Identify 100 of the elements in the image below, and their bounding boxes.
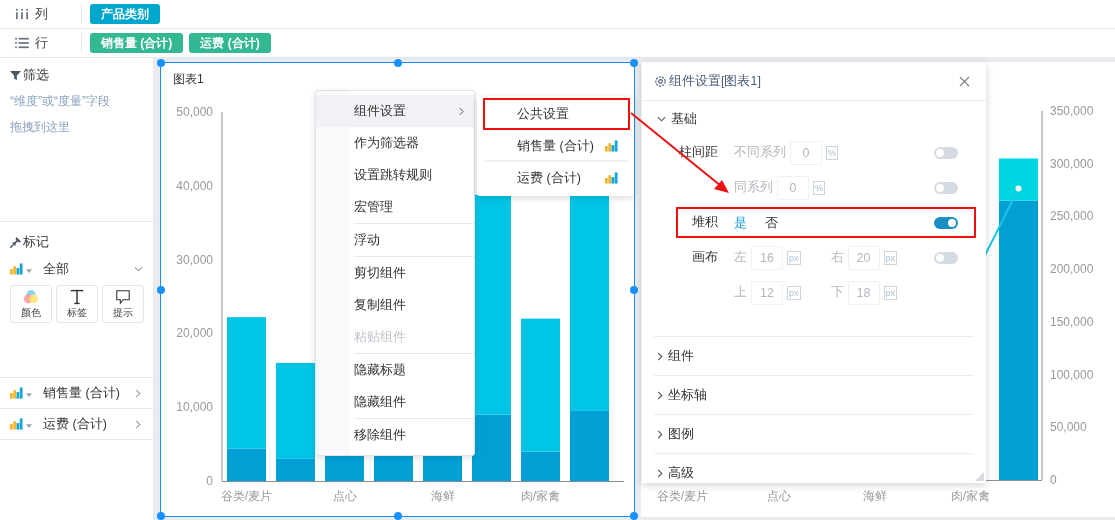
menu-item[interactable]: 隐藏标题 xyxy=(316,354,474,386)
bar xyxy=(374,454,413,481)
menu-item[interactable]: 复制组件 xyxy=(316,289,474,321)
axis-label: 10,000 xyxy=(176,400,213,415)
field-label: 左 xyxy=(734,249,747,266)
unit-label: px xyxy=(787,250,801,265)
columns-icon xyxy=(15,8,29,20)
chevron-right-icon xyxy=(657,390,663,400)
axis-label: 海鲜 xyxy=(862,489,887,503)
section-header[interactable]: 组件 xyxy=(654,336,974,375)
axis-label: 点心 xyxy=(332,489,357,503)
shelf-label: 列 xyxy=(35,5,48,23)
menu-item[interactable]: 设置跳转规则 xyxy=(316,159,474,191)
axis-label: 100,000 xyxy=(1050,367,1094,382)
color-button[interactable]: 颜色 xyxy=(10,285,52,323)
section-title: 标记 xyxy=(23,234,49,251)
filter-icon xyxy=(10,70,21,81)
menu-item[interactable]: 剪切组件 xyxy=(316,257,474,289)
panel-title: 组件设置[图表1] xyxy=(669,72,761,90)
menu-item[interactable]: 公共设置 xyxy=(483,98,630,130)
resize-handle[interactable] xyxy=(157,59,165,67)
section-header[interactable]: 基础 xyxy=(654,101,974,137)
section-header[interactable]: 图例 xyxy=(654,414,974,453)
caret-icon xyxy=(26,392,32,397)
measure-row[interactable]: 运费 (合计) xyxy=(0,409,153,440)
mark-type-dropdown[interactable]: 全部 xyxy=(10,257,153,281)
chevron-down-icon xyxy=(134,266,143,272)
unit-label: % xyxy=(826,145,838,160)
field-label: 右 xyxy=(830,249,844,266)
chevron-right-icon xyxy=(135,419,141,429)
axis-label: 50,000 xyxy=(1050,420,1087,435)
axis-label: 150,000 xyxy=(1050,314,1094,329)
chevron-right-icon xyxy=(657,351,663,361)
axis-label: 50,000 xyxy=(176,105,213,119)
menu-item[interactable]: 移除组件 xyxy=(316,419,474,451)
unit-label: px xyxy=(883,285,898,300)
field-label: 下 xyxy=(830,284,844,301)
resize-handle[interactable] xyxy=(393,59,402,67)
tooltip-button[interactable]: 提示 xyxy=(102,285,144,323)
text-icon xyxy=(69,288,85,305)
bar-chart-icon xyxy=(605,172,618,184)
bar-chart-icon xyxy=(10,387,23,399)
menu-item[interactable]: 宏管理 xyxy=(316,191,474,223)
color-circles-icon xyxy=(23,288,39,305)
axis-label: 肉/家禽 xyxy=(950,489,991,503)
axis-label: 点心 xyxy=(766,489,791,503)
resize-handle[interactable] xyxy=(630,285,638,294)
axis-label: 250,000 xyxy=(1050,209,1094,224)
resize-handle[interactable] xyxy=(630,59,638,67)
chevron-down-icon xyxy=(657,116,666,122)
measure-row[interactable]: 销售量 (合计) xyxy=(0,378,153,409)
resize-handle[interactable] xyxy=(393,512,402,520)
field-label: 上 xyxy=(734,284,747,301)
axis-label: 海鲜 xyxy=(430,489,455,503)
axis-label: 谷类/麦片 xyxy=(656,489,709,503)
bar xyxy=(423,454,462,481)
chevron-right-icon xyxy=(135,388,141,398)
setting-label: 堆积 xyxy=(692,215,718,229)
axis-label: 350,000 xyxy=(1050,104,1094,118)
speech-bubble-icon xyxy=(115,288,131,305)
close-icon[interactable] xyxy=(959,75,970,87)
axis-label: 肉/家禽 xyxy=(520,489,561,503)
axis-label: 200,000 xyxy=(1050,262,1094,277)
shelf-label: 行 xyxy=(35,34,48,52)
menu-item[interactable]: 运费 (合计) xyxy=(483,162,630,194)
section-header[interactable]: 高级 xyxy=(654,453,974,483)
axis-label: 30,000 xyxy=(176,252,213,267)
caret-icon xyxy=(26,268,32,273)
axis-label: 0 xyxy=(206,474,213,488)
pin-icon xyxy=(10,237,21,248)
axis-label: 40,000 xyxy=(176,178,213,193)
resize-handle[interactable] xyxy=(157,285,165,294)
menu-item[interactable]: 销售量 (合计) xyxy=(483,130,630,162)
drop-hint: “维度”或“度量”字段拖拽到这里 xyxy=(10,93,111,136)
unit-label: % xyxy=(813,180,825,195)
data-point xyxy=(1015,185,1022,192)
toggle-switch[interactable] xyxy=(934,216,958,229)
field-label: 同系列 xyxy=(734,179,773,196)
resize-handle[interactable] xyxy=(630,512,638,520)
section-title: 筛选 xyxy=(23,67,49,84)
label-button[interactable]: 标签 xyxy=(56,285,98,323)
bar-chart-icon xyxy=(605,140,618,152)
menu-item[interactable]: 作为筛选器 xyxy=(316,127,474,159)
bar-chart-icon xyxy=(10,418,23,430)
unit-label: px xyxy=(787,285,801,300)
list-icon xyxy=(15,37,29,49)
section-header[interactable]: 坐标轴 xyxy=(654,375,974,414)
option[interactable]: 否 xyxy=(765,213,778,232)
chart-title: 图表1 xyxy=(173,72,204,86)
menu-item[interactable]: 组件设置 xyxy=(316,95,474,127)
bar-chart-icon xyxy=(10,263,23,275)
setting-label: 画布 xyxy=(692,250,718,264)
menu-item[interactable]: 浮动 xyxy=(316,224,474,256)
settings-icon xyxy=(654,74,667,88)
resize-handle[interactable] xyxy=(157,512,165,520)
axis-label: 300,000 xyxy=(1050,156,1094,171)
axis-label: 20,000 xyxy=(176,326,213,341)
resize-grip-icon[interactable] xyxy=(975,472,984,481)
axis-label: 谷类/麦片 xyxy=(220,489,273,503)
menu-item[interactable]: 隐藏组件 xyxy=(316,386,474,418)
